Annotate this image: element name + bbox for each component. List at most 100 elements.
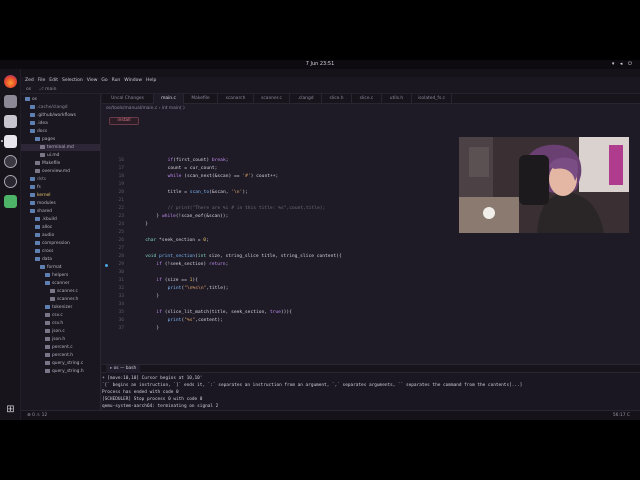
diagnostics-summary[interactable]: ⊗ 0 ⚠ 12 bbox=[27, 411, 47, 420]
terminal-line: + [move:10,10] Cursor begins at 10,10' bbox=[102, 376, 203, 381]
tree-item[interactable]: csv.c bbox=[21, 312, 100, 319]
tree-item[interactable]: scanner.h bbox=[21, 296, 100, 303]
menu-item[interactable]: Help bbox=[146, 78, 156, 83]
network-icon: ▾ bbox=[611, 61, 617, 67]
code-token: while bbox=[161, 214, 176, 219]
terminal-panel[interactable]: Each process' output is automatically as… bbox=[102, 373, 640, 410]
tree-item[interactable]: alloc bbox=[21, 224, 100, 231]
folder-icon bbox=[30, 184, 35, 189]
zed-icon[interactable] bbox=[4, 135, 17, 148]
project-bar[interactable]: os ⎇ main bbox=[21, 85, 640, 94]
menu-item[interactable]: Go bbox=[101, 78, 107, 83]
show-apps-icon[interactable]: ⊞ bbox=[5, 404, 16, 415]
tree-item[interactable]: ui.md bbox=[21, 152, 100, 159]
tree-item[interactable]: modules bbox=[21, 200, 100, 207]
package-icon[interactable] bbox=[4, 195, 17, 208]
tree-item[interactable]: .idea bbox=[21, 120, 100, 127]
tree-item[interactable]: csv.h bbox=[21, 320, 100, 327]
tree-item[interactable]: dsts bbox=[21, 176, 100, 183]
tree-item[interactable]: Makefile bbox=[21, 160, 100, 167]
tree-item[interactable]: tokenizer bbox=[21, 304, 100, 311]
tab-slice-c[interactable]: slice.c bbox=[352, 94, 382, 104]
files-icon[interactable] bbox=[4, 95, 17, 108]
obs-studio-icon[interactable] bbox=[4, 175, 17, 188]
code-token: break bbox=[211, 158, 226, 163]
folder-icon bbox=[35, 240, 40, 245]
code-token: "\n%s\n" bbox=[184, 286, 207, 291]
tree-item-label: .idea bbox=[37, 121, 48, 126]
tree-item[interactable]: fs bbox=[21, 184, 100, 191]
code-token: } bbox=[156, 294, 160, 299]
tree-item[interactable]: data bbox=[21, 256, 100, 263]
code-token: '#' bbox=[242, 174, 251, 179]
tab-main-c[interactable]: main.c bbox=[154, 94, 184, 104]
branch-name[interactable]: main bbox=[45, 87, 56, 92]
tree-item[interactable]: .github/workflows bbox=[21, 112, 100, 119]
tree-item[interactable]: cross bbox=[21, 248, 100, 255]
line-number: 27 bbox=[118, 246, 124, 251]
file-icon bbox=[45, 328, 50, 333]
tree-item-label: kernel bbox=[37, 193, 51, 198]
firefox-icon[interactable] bbox=[4, 75, 17, 88]
tree-item[interactable]: audio bbox=[21, 232, 100, 239]
tab-uncal-changes[interactable]: Uncal Changes bbox=[102, 94, 154, 104]
system-tray[interactable]: ▾ ◂ ⏻ bbox=[612, 60, 634, 69]
breakpoint-icon[interactable] bbox=[105, 263, 108, 267]
menu-item[interactable]: Selection bbox=[62, 78, 83, 83]
tree-item[interactable]: helpers bbox=[21, 272, 100, 279]
webcam-overlay bbox=[459, 137, 629, 233]
tree-item[interactable]: percent.h bbox=[21, 352, 100, 359]
file-icon bbox=[45, 312, 50, 317]
tree-item[interactable]: terminal.md bbox=[21, 144, 100, 151]
tree-item[interactable]: format bbox=[21, 264, 100, 271]
tree-item[interactable]: .kbuild bbox=[21, 216, 100, 223]
code-token: (!scan_eof(&scan)); bbox=[175, 214, 229, 219]
code-token: (scan_next(&scan) == bbox=[181, 174, 243, 179]
tab-scanarch[interactable]: scanarch bbox=[218, 94, 254, 104]
menu-item[interactable]: View bbox=[87, 78, 98, 83]
terminal-tab[interactable]: ▸ os — bash bbox=[106, 365, 141, 373]
menu-item[interactable]: Edit bbox=[49, 78, 58, 83]
tree-item[interactable]: query_string.h bbox=[21, 368, 100, 375]
power-icon: ⏻ bbox=[628, 61, 634, 67]
menu-item[interactable]: Run bbox=[112, 78, 121, 83]
menu-item[interactable]: File bbox=[38, 78, 46, 83]
tab-utils-h[interactable]: utils.h bbox=[382, 94, 412, 104]
tree-item[interactable]: shared bbox=[21, 208, 100, 215]
line-number: 35 bbox=[118, 310, 124, 315]
obs-icon[interactable] bbox=[4, 155, 17, 168]
tree-item[interactable]: overview.md bbox=[21, 168, 100, 175]
tree-item[interactable]: json.c bbox=[21, 328, 100, 335]
tree-item[interactable]: percent.c bbox=[21, 344, 100, 351]
system-clock[interactable]: 7 Jun 23:51 bbox=[0, 60, 640, 69]
tree-item-label: shared bbox=[37, 209, 52, 214]
tree-item[interactable]: docs bbox=[21, 128, 100, 135]
file-icon bbox=[45, 368, 50, 373]
tree-item[interactable]: scanner.c bbox=[21, 288, 100, 295]
tree-item[interactable]: compression bbox=[21, 240, 100, 247]
menu-item[interactable]: Window bbox=[124, 78, 142, 83]
tree-item[interactable]: scanner bbox=[21, 280, 100, 287]
code-text: if(first_count) break; bbox=[168, 157, 229, 165]
tab-slice-h[interactable]: slice.h bbox=[322, 94, 352, 104]
window-titlebar[interactable] bbox=[21, 69, 640, 77]
tree-item[interactable]: json.h bbox=[21, 336, 100, 343]
folder-icon bbox=[45, 304, 50, 309]
tree-item[interactable]: kernel bbox=[21, 192, 100, 199]
tree-item[interactable]: query_string.c bbox=[21, 360, 100, 367]
tab-makefile[interactable]: Makefile bbox=[184, 94, 218, 104]
code-token: ) count++; bbox=[250, 174, 279, 179]
running-indicator bbox=[1, 140, 3, 142]
text-editor-icon[interactable] bbox=[4, 115, 17, 128]
menu-item[interactable]: Zed bbox=[25, 78, 34, 83]
tab-isolated-fs-c[interactable]: isolated_fs.c bbox=[412, 94, 452, 104]
tree-item-label: cross bbox=[42, 249, 54, 254]
tree-item[interactable]: pages bbox=[21, 136, 100, 143]
project-name[interactable]: os bbox=[26, 87, 31, 92]
tree-item[interactable]: .cache/clangd bbox=[21, 104, 100, 111]
breadcrumb[interactable]: os/tools/manual/main.c › int main( ) bbox=[102, 104, 640, 114]
tab-scanner-c[interactable]: scanner.c bbox=[254, 94, 290, 104]
tab--clangd[interactable]: .clangd bbox=[290, 94, 322, 104]
tree-item[interactable]: os bbox=[21, 96, 100, 103]
cursor-position[interactable]: 56:17 C bbox=[613, 411, 630, 420]
